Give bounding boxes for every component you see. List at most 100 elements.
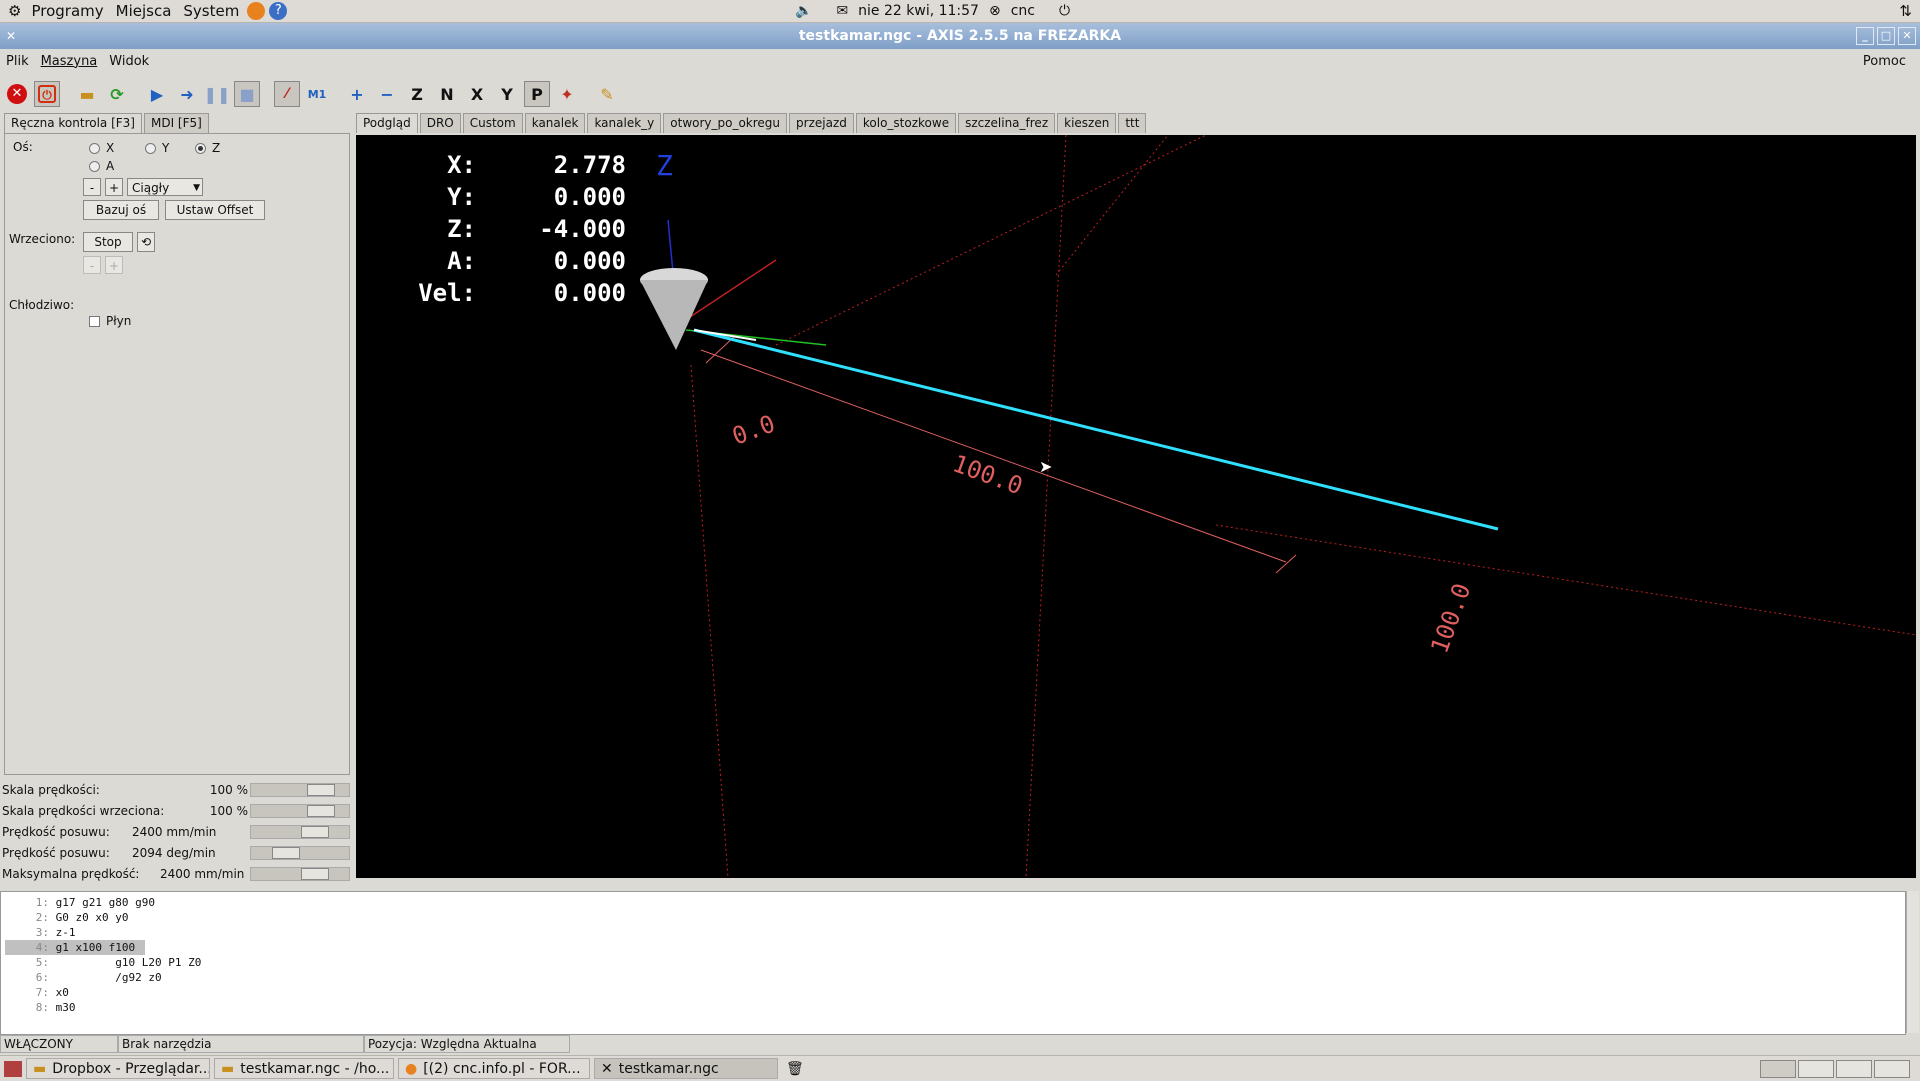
set-offset-button[interactable]: Ustaw Offset — [165, 200, 265, 220]
angular-jog-speed-slider[interactable] — [250, 846, 350, 860]
rotate-icon[interactable]: ✦ — [554, 81, 580, 107]
network-icon[interactable]: ⇅ — [1899, 2, 1912, 20]
volume-icon[interactable]: 🔈 — [795, 3, 812, 19]
task-editor[interactable]: ▬ testkamar.ngc - /ho... — [214, 1058, 394, 1079]
optional-stop-icon[interactable]: M1 — [304, 81, 330, 107]
tab-manual-control[interactable]: Ręczna kontrola [F3] — [4, 113, 142, 133]
zoom-in-icon[interactable]: + — [344, 81, 370, 107]
max-velocity-slider[interactable] — [250, 867, 350, 881]
tab-przejazd[interactable]: przejazd — [789, 113, 854, 133]
tab-ttt[interactable]: ttt — [1118, 113, 1147, 133]
spindle-faster-button[interactable]: + — [105, 256, 123, 274]
gnome-foot-icon[interactable]: ⚙ — [0, 2, 25, 20]
panel-clock[interactable]: nie 22 kwi, 11:57 — [858, 3, 979, 19]
pause-icon[interactable]: ❚❚ — [204, 81, 231, 107]
code-line[interactable]: 7: x0 — [5, 985, 69, 1000]
maximize-icon[interactable]: □ — [1877, 27, 1895, 45]
view-z-icon[interactable]: Z — [404, 81, 430, 107]
menu-miejsca[interactable]: Miejsca — [110, 2, 178, 20]
help-icon[interactable]: ? — [269, 2, 288, 20]
block-delete-icon[interactable]: ⁄ — [274, 81, 300, 107]
reload-icon[interactable]: ⟳ — [104, 81, 130, 107]
jog-minus-button[interactable]: - — [83, 178, 101, 196]
view-p-icon[interactable]: P — [524, 81, 550, 107]
code-line-current[interactable]: 4: g1 x100 f100 — [5, 940, 145, 955]
mail-icon[interactable]: ✉ — [836, 3, 848, 19]
spindle-slower-button[interactable]: - — [83, 256, 101, 274]
zoom-out-icon[interactable]: − — [374, 81, 400, 107]
tab-kanalek[interactable]: kanalek — [524, 113, 586, 133]
axis-label: Oś: — [13, 140, 33, 154]
open-file-icon[interactable]: ▬ — [74, 81, 100, 107]
clear-plot-icon[interactable]: ✎ — [594, 81, 620, 107]
axis-radio-x[interactable]: X — [89, 141, 114, 155]
spindle-stop-button[interactable]: Stop — [83, 232, 133, 252]
firefox-icon[interactable] — [247, 2, 266, 20]
task-dropbox[interactable]: ▬ Dropbox - Przeglądar... — [26, 1058, 210, 1079]
code-line[interactable]: 1: g17 g21 g80 g90 — [5, 895, 155, 910]
close-icon[interactable]: ✕ — [1898, 27, 1916, 45]
task-axis[interactable]: ✕ testkamar.ngc — [594, 1058, 778, 1079]
max-velocity-row: Maksymalna prędkość: 2400 mm/min — [2, 867, 350, 883]
manual-control-panel: Ręczna kontrola [F3] MDI [F5] Oś: X Y Z … — [4, 113, 350, 777]
jog-speed-slider[interactable] — [250, 825, 350, 839]
tab-szczelina-frez[interactable]: szczelina_frez — [958, 113, 1056, 133]
stop-icon[interactable]: ■ — [234, 81, 260, 107]
menu-system[interactable]: System — [177, 2, 245, 20]
tab-kieszen[interactable]: kieszen — [1057, 113, 1117, 133]
minimize-icon[interactable]: _ — [1856, 27, 1874, 45]
code-line[interactable]: 6: /g92 z0 — [5, 970, 162, 985]
trash-icon[interactable]: 🗑 — [786, 1061, 804, 1077]
feed-override-slider[interactable] — [250, 783, 350, 797]
coolant-label: Chłodziwo: — [9, 298, 75, 312]
code-line[interactable]: 8: m30 — [5, 1000, 76, 1015]
home-axis-button[interactable]: Bazuj oś — [83, 200, 159, 220]
flood-checkbox[interactable]: Płyn — [89, 314, 131, 328]
menubar: Plik Maszyna Widok Pomoc — [0, 50, 1920, 72]
jog-plus-button[interactable]: + — [105, 178, 123, 196]
step-icon[interactable]: ➜ — [174, 81, 200, 107]
tab-custom[interactable]: Custom — [462, 113, 523, 133]
code-line[interactable]: 2: G0 z0 x0 y0 — [5, 910, 129, 925]
angular-jog-speed-row: Prędkość posuwu: 2094 deg/min — [2, 846, 350, 862]
panel-center: 🔈 ✉ nie 22 kwi, 11:57 ⊗ cnc ⏻ — [795, 3, 1070, 19]
jog-mode-select[interactable]: Ciągły ▼ — [127, 178, 203, 196]
tab-podglad[interactable]: Podgląd — [356, 113, 418, 133]
menu-maszyna[interactable]: Maszyna — [35, 54, 104, 69]
estop-icon[interactable]: ✕ — [4, 81, 30, 107]
power-icon[interactable]: ⏻ — [34, 81, 60, 107]
axis-radio-y[interactable]: Y — [145, 141, 169, 155]
spindle-override-slider[interactable] — [250, 804, 350, 818]
x-length-label: 100.0 — [949, 449, 1026, 500]
tab-mdi[interactable]: MDI [F5] — [143, 113, 209, 133]
window-menu-icon[interactable]: ✕ — [6, 29, 16, 43]
spindle-icon[interactable]: ⟲ — [137, 232, 155, 252]
tab-kanalek-y[interactable]: kanalek_y — [587, 113, 662, 133]
run-icon[interactable]: ▶ — [144, 81, 170, 107]
view-z2-icon[interactable]: N — [434, 81, 460, 107]
show-desktop-icon[interactable] — [4, 1060, 22, 1077]
menu-plik[interactable]: Plik — [0, 54, 35, 69]
code-line[interactable]: 5: g10 L20 P1 Z0 — [5, 955, 202, 970]
axis-radio-z[interactable]: Z — [195, 141, 220, 155]
axis-radio-a[interactable]: A — [89, 159, 114, 173]
shutdown-icon[interactable]: ⏻ — [1059, 3, 1070, 19]
panel-user[interactable]: cnc — [1011, 3, 1035, 19]
tab-kolo-stozkowe[interactable]: kolo_stozkowe — [855, 113, 957, 133]
firefox-icon: ● — [405, 1060, 418, 1077]
menu-programy[interactable]: Programy — [25, 2, 109, 20]
gcode-listing[interactable]: 1: g17 g21 g80 g90 2: G0 z0 x0 y0 3: z-1… — [0, 891, 1906, 1035]
text-file-icon: ▬ — [221, 1060, 235, 1077]
tab-otwory-po-okregu[interactable]: otwory_po_okregu — [663, 113, 788, 133]
code-line[interactable]: 3: z-1 — [5, 925, 76, 940]
task-browser[interactable]: ● [(2) cnc.info.pl - FOR... — [398, 1058, 590, 1079]
view-x-icon[interactable]: X — [464, 81, 490, 107]
menu-pomoc[interactable]: Pomoc — [1857, 54, 1912, 69]
tab-dro[interactable]: DRO — [419, 113, 461, 133]
code-scrollbar[interactable] — [1906, 891, 1919, 1033]
workspace-switcher[interactable] — [1760, 1059, 1910, 1078]
dimension-tick — [1275, 554, 1297, 574]
view-y-icon[interactable]: Y — [494, 81, 520, 107]
toolpath-preview[interactable]: Z 0.0 100.0 100.0 X: 2.778 Y: 0.000 Z: -4.0… — [356, 135, 1916, 878]
menu-widok[interactable]: Widok — [103, 54, 155, 69]
